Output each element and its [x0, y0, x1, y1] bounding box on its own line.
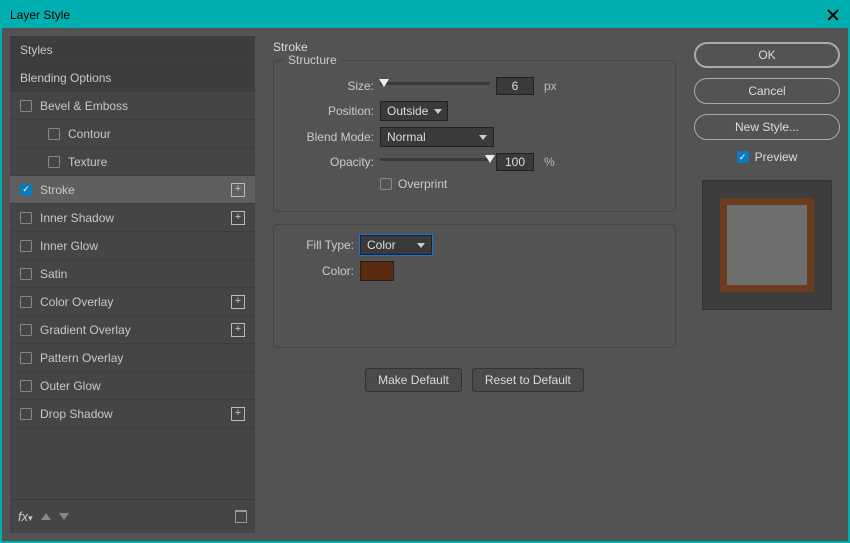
sidebar-item-inner-glow[interactable]: Inner Glow: [10, 232, 255, 260]
blendmode-label: Blend Mode:: [288, 130, 374, 144]
sidebar-label: Outer Glow: [40, 379, 101, 393]
checkbox-icon[interactable]: ✓: [20, 184, 32, 196]
style-sidebar: Styles Blending Options Bevel & Emboss C…: [10, 36, 255, 533]
trash-icon[interactable]: [235, 510, 247, 523]
dropdown-value: Normal: [387, 130, 426, 144]
opacity-input[interactable]: 100: [496, 153, 534, 171]
sidebar-item-bevel-emboss[interactable]: Bevel & Emboss: [10, 92, 255, 120]
window-title: Layer Style: [10, 8, 70, 22]
checkbox-icon[interactable]: [20, 352, 32, 364]
chevron-down-icon: [479, 135, 487, 140]
fill-group: Fill Type: Color Color:: [273, 224, 676, 348]
sidebar-item-drop-shadow[interactable]: Drop Shadow +: [10, 400, 255, 428]
sidebar-label: Color Overlay: [40, 295, 113, 309]
sidebar-label: Blending Options: [20, 71, 111, 85]
dropdown-value: Color: [367, 238, 396, 252]
sidebar-label: Stroke: [40, 183, 75, 197]
stroke-settings-panel: Stroke Structure Size: 6 px Position: Ou…: [263, 36, 686, 533]
checkbox-icon[interactable]: [20, 212, 32, 224]
dropdown-value: Outside: [387, 104, 428, 118]
checkbox-icon[interactable]: [20, 380, 32, 392]
layer-style-dialog: Layer Style Styles Blending Options Beve…: [0, 0, 850, 543]
move-down-icon[interactable]: [59, 513, 69, 520]
move-up-icon[interactable]: [41, 513, 51, 520]
close-icon[interactable]: [826, 8, 840, 22]
preview-checkbox[interactable]: ✓: [737, 151, 749, 163]
preview-label: Preview: [755, 150, 798, 164]
dialog-actions: OK Cancel New Style... ✓ Preview: [694, 36, 840, 533]
position-label: Position:: [288, 104, 374, 118]
checkbox-icon[interactable]: [20, 324, 32, 336]
checkbox-icon[interactable]: [48, 128, 60, 140]
checkbox-icon[interactable]: [20, 296, 32, 308]
filltype-dropdown[interactable]: Color: [360, 235, 432, 255]
sidebar-label: Inner Shadow: [40, 211, 114, 225]
checkbox-icon[interactable]: [20, 268, 32, 280]
overprint-label: Overprint: [398, 177, 447, 191]
sidebar-item-contour[interactable]: Contour: [10, 120, 255, 148]
fx-icon[interactable]: fx▾: [18, 509, 33, 524]
add-effect-icon[interactable]: +: [231, 407, 245, 421]
sidebar-label: Pattern Overlay: [40, 351, 123, 365]
titlebar[interactable]: Layer Style: [2, 2, 848, 28]
sidebar-item-styles[interactable]: Styles: [10, 36, 255, 64]
sidebar-label: Styles: [20, 43, 53, 57]
chevron-down-icon: [417, 243, 425, 248]
sidebar-item-pattern-overlay[interactable]: Pattern Overlay: [10, 344, 255, 372]
opacity-label: Opacity:: [288, 155, 374, 169]
sidebar-item-gradient-overlay[interactable]: Gradient Overlay +: [10, 316, 255, 344]
add-effect-icon[interactable]: +: [231, 211, 245, 225]
slider-thumb-icon[interactable]: [485, 155, 495, 163]
sidebar-label: Contour: [68, 127, 111, 141]
add-effect-icon[interactable]: +: [231, 295, 245, 309]
sidebar-footer: fx▾: [10, 499, 255, 533]
opacity-unit: %: [544, 155, 555, 169]
color-label: Color:: [288, 264, 354, 278]
cancel-button[interactable]: Cancel: [694, 78, 840, 104]
sidebar-item-blending-options[interactable]: Blending Options: [10, 64, 255, 92]
ok-button[interactable]: OK: [694, 42, 840, 68]
size-unit: px: [544, 79, 557, 93]
sidebar-label: Bevel & Emboss: [40, 99, 128, 113]
chevron-down-icon: [434, 109, 442, 114]
size-label: Size:: [288, 79, 374, 93]
add-effect-icon[interactable]: +: [231, 183, 245, 197]
sidebar-item-color-overlay[interactable]: Color Overlay +: [10, 288, 255, 316]
sidebar-label: Satin: [40, 267, 67, 281]
checkbox-icon[interactable]: [20, 100, 32, 112]
blendmode-dropdown[interactable]: Normal: [380, 127, 494, 147]
sidebar-item-stroke[interactable]: ✓ Stroke +: [10, 176, 255, 204]
group-label: Structure: [284, 53, 341, 67]
sidebar-label: Texture: [68, 155, 107, 169]
new-style-button[interactable]: New Style...: [694, 114, 840, 140]
preview-thumbnail: [702, 180, 832, 310]
overprint-checkbox[interactable]: [380, 178, 392, 190]
color-swatch[interactable]: [360, 261, 394, 281]
sidebar-item-texture[interactable]: Texture: [10, 148, 255, 176]
size-input[interactable]: 6: [496, 77, 534, 95]
structure-group: Structure Size: 6 px Position: Outside: [273, 60, 676, 212]
sidebar-item-satin[interactable]: Satin: [10, 260, 255, 288]
make-default-button[interactable]: Make Default: [365, 368, 462, 392]
opacity-slider[interactable]: [380, 155, 490, 169]
checkbox-icon[interactable]: [48, 156, 60, 168]
size-slider[interactable]: [380, 79, 490, 93]
sidebar-item-inner-shadow[interactable]: Inner Shadow +: [10, 204, 255, 232]
filltype-label: Fill Type:: [288, 238, 354, 252]
position-dropdown[interactable]: Outside: [380, 101, 448, 121]
sidebar-label: Gradient Overlay: [40, 323, 131, 337]
slider-thumb-icon[interactable]: [379, 79, 389, 87]
sidebar-item-outer-glow[interactable]: Outer Glow: [10, 372, 255, 400]
sidebar-label: Drop Shadow: [40, 407, 113, 421]
add-effect-icon[interactable]: +: [231, 323, 245, 337]
sidebar-label: Inner Glow: [40, 239, 98, 253]
reset-default-button[interactable]: Reset to Default: [472, 368, 584, 392]
checkbox-icon[interactable]: [20, 240, 32, 252]
checkbox-icon[interactable]: [20, 408, 32, 420]
